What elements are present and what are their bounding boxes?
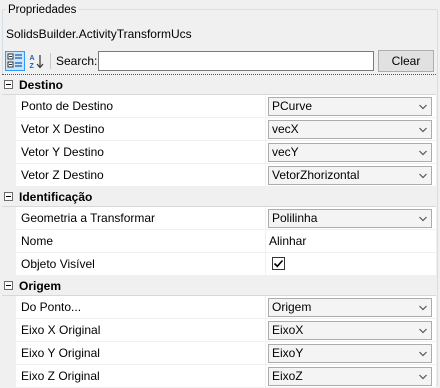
groupbox-title: Propriedades <box>6 3 79 17</box>
category-label: Destino <box>19 78 64 92</box>
category-destino[interactable]: Destino <box>2 75 436 95</box>
value-dropdown[interactable]: vecY <box>268 143 432 162</box>
category-label: Origem <box>19 279 62 293</box>
dropdown-value: VetorZhorizontal <box>272 168 360 182</box>
dropdown-value: vecX <box>272 122 299 136</box>
property-name[interactable]: Vetor Z Destino <box>16 164 266 187</box>
categorized-view-button[interactable] <box>5 51 25 71</box>
dropdown-value: Origem <box>272 300 312 314</box>
property-value-cell[interactable]: vecX <box>266 118 436 141</box>
chevron-down-icon <box>419 328 427 334</box>
property-value-cell[interactable] <box>266 253 436 276</box>
chevron-down-icon <box>419 150 427 156</box>
property-name[interactable]: Ponto de Destino <box>16 95 266 118</box>
property-row-nome[interactable]: Nome Alinhar <box>2 230 436 253</box>
dropdown-value: Polilinha <box>272 211 318 225</box>
property-value-cell[interactable]: PCurve <box>266 95 436 118</box>
chevron-down-icon <box>419 374 427 380</box>
property-grid-toolbar: A Z Search: Clear <box>4 50 434 72</box>
property-row-vetor-y-destino[interactable]: Vetor Y Destino vecY <box>2 141 436 164</box>
value-dropdown[interactable]: EixoZ <box>268 367 432 386</box>
chevron-down-icon <box>419 104 427 110</box>
text-value[interactable]: Alinhar <box>269 230 306 252</box>
row-gutter <box>2 164 16 187</box>
property-row-eixo-z-original[interactable]: Eixo Z Original EixoZ <box>2 365 436 388</box>
property-row-objeto-visivel[interactable]: Objeto Visível <box>2 253 436 276</box>
property-value-cell[interactable]: Polilinha <box>266 207 436 230</box>
property-row-eixo-y-original[interactable]: Eixo Y Original EixoY <box>2 342 436 365</box>
checkmark-icon <box>273 259 284 268</box>
property-value-cell[interactable]: VetorZhorizontal <box>266 164 436 187</box>
search-input[interactable] <box>98 51 374 71</box>
row-gutter <box>2 365 16 388</box>
row-gutter <box>2 207 16 230</box>
property-row-eixo-x-original[interactable]: Eixo X Original EixoX <box>2 319 436 342</box>
sort-az-icon: A Z <box>30 55 44 69</box>
categorized-icon <box>7 53 22 68</box>
selected-object-name: SolidsBuilder.ActivityTransformUcs <box>6 27 192 41</box>
row-gutter <box>2 342 16 365</box>
property-grid: Destino Ponto de Destino PCurve Vetor X Des… <box>2 74 436 388</box>
chevron-down-icon <box>419 351 427 357</box>
property-name[interactable]: Vetor Y Destino <box>16 141 266 164</box>
chevron-down-icon <box>419 127 427 133</box>
collapse-icon[interactable] <box>4 281 13 290</box>
property-name[interactable]: Objeto Visível <box>16 253 266 276</box>
property-name[interactable]: Eixo Z Original <box>16 365 266 388</box>
property-row-vetor-z-destino[interactable]: Vetor Z Destino VetorZhorizontal <box>2 164 436 187</box>
category-identificacao[interactable]: Identificação <box>2 187 436 207</box>
category-origem[interactable]: Origem <box>2 276 436 296</box>
row-gutter <box>2 319 16 342</box>
visible-checkbox[interactable] <box>272 257 285 270</box>
property-name[interactable]: Eixo Y Original <box>16 342 266 365</box>
property-name[interactable]: Geometria a Transformar <box>16 207 266 230</box>
svg-text:A: A <box>30 55 35 62</box>
value-dropdown[interactable]: vecX <box>268 120 432 139</box>
value-dropdown[interactable]: Polilinha <box>268 209 432 228</box>
search-label: Search: <box>56 54 98 68</box>
value-dropdown[interactable]: EixoX <box>268 321 432 340</box>
dropdown-value: EixoY <box>272 346 304 360</box>
clear-button[interactable]: Clear <box>378 50 434 72</box>
chevron-down-icon <box>419 173 427 179</box>
toolbar-separator <box>50 53 51 69</box>
chevron-down-icon <box>419 305 427 311</box>
svg-text:Z: Z <box>30 63 35 69</box>
value-dropdown[interactable]: PCurve <box>268 97 432 116</box>
collapse-icon[interactable] <box>4 80 13 89</box>
alphabetical-sort-button[interactable]: A Z <box>27 51 47 71</box>
property-row-do-ponto[interactable]: Do Ponto... Origem <box>2 296 436 319</box>
row-gutter <box>2 230 16 253</box>
property-value-cell[interactable]: EixoY <box>266 342 436 365</box>
row-gutter <box>2 141 16 164</box>
value-dropdown[interactable]: EixoY <box>268 344 432 363</box>
dropdown-value: EixoZ <box>272 369 303 383</box>
row-gutter <box>2 95 16 118</box>
chevron-down-icon <box>419 216 427 222</box>
property-value-cell[interactable]: EixoX <box>266 319 436 342</box>
dropdown-value: EixoX <box>272 323 304 337</box>
property-value-cell[interactable]: vecY <box>266 141 436 164</box>
property-row-ponto-de-destino[interactable]: Ponto de Destino PCurve <box>2 95 436 118</box>
value-dropdown[interactable]: Origem <box>268 298 432 317</box>
dropdown-value: PCurve <box>272 99 313 113</box>
property-row-geometria-a-transformar[interactable]: Geometria a Transformar Polilinha <box>2 207 436 230</box>
property-value-cell[interactable]: Alinhar <box>266 230 436 253</box>
property-name[interactable]: Vetor X Destino <box>16 118 266 141</box>
value-dropdown[interactable]: VetorZhorizontal <box>268 166 432 185</box>
property-row-vetor-x-destino[interactable]: Vetor X Destino vecX <box>2 118 436 141</box>
property-value-cell[interactable]: Origem <box>266 296 436 319</box>
property-name[interactable]: Nome <box>16 230 266 253</box>
dropdown-value: vecY <box>272 145 299 159</box>
row-gutter <box>2 118 16 141</box>
row-gutter <box>2 253 16 276</box>
category-label: Identificação <box>19 190 93 204</box>
property-name[interactable]: Do Ponto... <box>16 296 266 319</box>
property-name[interactable]: Eixo X Original <box>16 319 266 342</box>
row-gutter <box>2 296 16 319</box>
property-value-cell[interactable]: EixoZ <box>266 365 436 388</box>
collapse-icon[interactable] <box>4 192 13 201</box>
